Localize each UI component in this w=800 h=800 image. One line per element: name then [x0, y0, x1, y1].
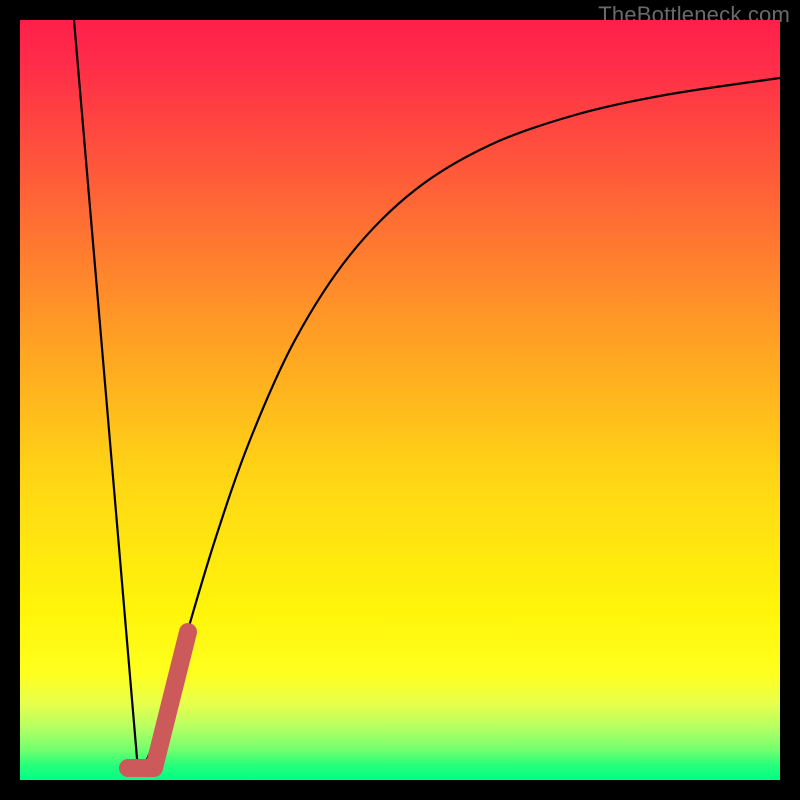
series-left-line: [74, 20, 138, 770]
chart-frame: TheBottleneck.com: [0, 0, 800, 800]
chart-svg: [20, 20, 780, 780]
series-right-curve: [142, 78, 780, 772]
plot-area: [20, 20, 780, 780]
